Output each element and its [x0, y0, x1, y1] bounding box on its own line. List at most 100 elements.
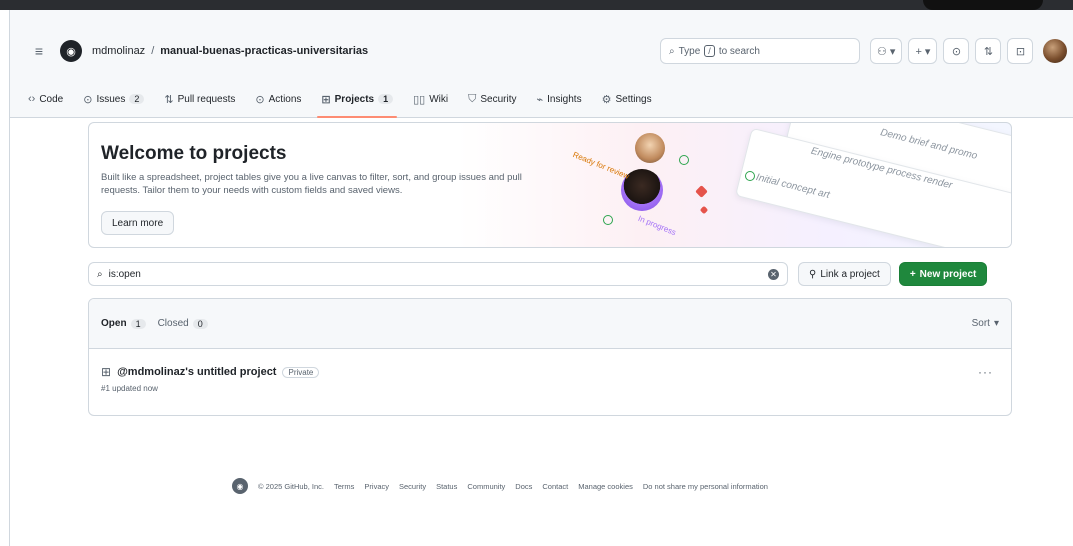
- pull-requests-icon[interactable]: ⇅: [975, 38, 1002, 64]
- sort-button[interactable]: Sort ▾: [972, 318, 999, 329]
- tab-projects[interactable]: ⊞ Projects 1: [313, 84, 401, 118]
- tab-label: Wiki: [429, 93, 449, 105]
- project-title-line: ⊞ @mdmolinaz's untitled project Private: [101, 365, 999, 379]
- tab-label: Issues: [96, 93, 126, 105]
- code-icon: ‹›: [28, 93, 36, 105]
- plus-icon: +: [909, 268, 916, 280]
- play-icon: ⊙: [255, 93, 265, 106]
- tab-label: Insights: [547, 93, 582, 105]
- chevron-down-icon: ▾: [993, 318, 999, 329]
- breadcrumb: mdmolinaz / manual-buenas-practicas-univ…: [92, 45, 368, 57]
- create-new-button[interactable]: + ▾: [908, 38, 938, 64]
- tab-insights[interactable]: ⌁ Insights: [529, 84, 590, 114]
- footer-link-contact[interactable]: Contact: [542, 482, 568, 491]
- search-prefix: Type: [678, 45, 701, 57]
- list-header: Open 1 Closed 0 Sort ▾: [89, 299, 1011, 349]
- tab-pull-requests[interactable]: ⇅ Pull requests: [156, 84, 243, 114]
- clear-icon[interactable]: ✕: [768, 268, 779, 280]
- header-tools: ⚇ ▾ + ▾ ⊙ ⇅ ⊡: [870, 38, 1068, 64]
- closed-label: Closed: [157, 318, 189, 329]
- decorative-status-icon: [745, 171, 755, 181]
- decorative-heart-icon: [695, 185, 708, 198]
- new-project-label: New project: [919, 268, 977, 280]
- tab-label: Settings: [615, 93, 652, 105]
- open-filter-tab[interactable]: Open 1: [101, 318, 146, 329]
- project-title-link[interactable]: @mdmolinaz's untitled project: [117, 366, 276, 378]
- closed-count: 0: [192, 318, 208, 329]
- tab-label: Actions: [268, 93, 302, 105]
- tab-security[interactable]: ⛉ Security: [460, 84, 524, 114]
- filter-row: ⌕ is:open ✕ ⚲ Link a project + New proje…: [88, 262, 1012, 286]
- learn-more-button[interactable]: Learn more: [101, 211, 175, 235]
- breadcrumb-separator: /: [151, 45, 155, 57]
- banner-description: Built like a spreadsheet, project tables…: [101, 172, 522, 196]
- window-left-edge: [0, 10, 10, 546]
- tab-code[interactable]: ‹› Code: [20, 84, 71, 114]
- decorative-status-icon: [679, 155, 689, 165]
- github-logo-icon[interactable]: ◉: [232, 478, 248, 494]
- browser-top-bar: [0, 0, 1073, 10]
- link-project-label: Link a project: [820, 268, 880, 280]
- inbox-icon[interactable]: ⊡: [1007, 38, 1034, 64]
- tab-count: 2: [129, 94, 145, 104]
- repo-nav: ‹› Code ⊙ Issues 2 ⇅ Pull requests ⊙ Act…: [20, 80, 1070, 118]
- project-meta: #1 updated now: [101, 384, 158, 393]
- menu-icon[interactable]: ≡: [26, 38, 52, 64]
- issue-icon: ⊙: [83, 93, 93, 106]
- copilot-button[interactable]: ⚇ ▾: [870, 38, 903, 64]
- decorative-tag: In progress: [636, 213, 678, 238]
- footer-link-terms[interactable]: Terms: [334, 482, 354, 491]
- footer: ◉ © 2025 GitHub, Inc. Terms Privacy Secu…: [232, 478, 768, 494]
- tab-label: Pull requests: [177, 93, 236, 105]
- footer-copyright: © 2025 GitHub, Inc.: [258, 481, 324, 491]
- closed-filter-tab[interactable]: Closed 0: [158, 318, 208, 329]
- tab-label: Projects: [334, 93, 375, 105]
- footer-link-community[interactable]: Community: [467, 482, 505, 491]
- footer-link-do-not-share[interactable]: Do not share my personal information: [643, 482, 768, 491]
- footer-link-privacy[interactable]: Privacy: [364, 482, 389, 491]
- search-shortcut-key: /: [704, 45, 715, 57]
- github-logo-icon[interactable]: ◉: [60, 40, 82, 62]
- filter-input[interactable]: ⌕ is:open ✕: [88, 262, 788, 286]
- welcome-banner: Welcome to projects Built like a spreads…: [88, 122, 1012, 248]
- gear-icon: ⚙: [601, 93, 612, 106]
- footer-link-manage-cookies[interactable]: Manage cookies: [578, 482, 633, 491]
- decorative-status-icon: [603, 215, 613, 225]
- list-item[interactable]: ⊞ @mdmolinaz's untitled project Private …: [89, 349, 1011, 415]
- footer-link-status[interactable]: Status: [436, 482, 457, 491]
- pull-request-icon: ⇅: [164, 93, 174, 106]
- global-bar: ≡ ◉ mdmolinaz / manual-buenas-practicas-…: [20, 38, 1070, 64]
- tab-wiki[interactable]: ▯▯ Wiki: [405, 84, 456, 114]
- shield-icon: ⛉: [468, 92, 477, 105]
- table-icon: ⊞: [321, 93, 331, 106]
- search-input[interactable]: ⌕ Type / to search: [660, 38, 860, 64]
- avatar[interactable]: [1043, 39, 1068, 63]
- link-icon: ⚲: [809, 268, 817, 280]
- kebab-menu-icon[interactable]: ···: [978, 365, 993, 379]
- search-suffix: to search: [718, 45, 760, 57]
- footer-link-docs[interactable]: Docs: [515, 482, 532, 491]
- tab-count: 1: [378, 94, 394, 104]
- sort-label: Sort: [971, 318, 990, 329]
- status-badge: Private: [282, 366, 320, 378]
- search-icon: ⌕: [669, 45, 675, 57]
- decorative-heart-icon: [699, 205, 709, 215]
- issues-icon[interactable]: ⊙: [943, 38, 970, 64]
- tab-actions[interactable]: ⊙ Actions: [247, 84, 309, 114]
- tab-label: Security: [480, 93, 517, 105]
- tab-issues[interactable]: ⊙ Issues 2: [75, 84, 152, 114]
- tab-label: Code: [39, 93, 64, 105]
- link-project-button[interactable]: ⚲ Link a project: [798, 262, 891, 286]
- graph-icon: ⌁: [536, 93, 544, 106]
- new-project-button[interactable]: + New project: [898, 262, 988, 286]
- footer-link-security[interactable]: Security: [399, 482, 426, 491]
- projects-main: Welcome to projects Built like a spreads…: [88, 122, 1012, 416]
- open-count: 1: [130, 318, 146, 329]
- decorative-avatar: [635, 133, 665, 163]
- table-icon: ⊞: [101, 365, 112, 379]
- book-icon: ▯▯: [413, 93, 426, 106]
- breadcrumb-owner[interactable]: mdmolinaz: [92, 45, 145, 57]
- breadcrumb-repo[interactable]: manual-buenas-practicas-universitarias: [160, 45, 368, 57]
- browser-notch: [923, 0, 1043, 10]
- tab-settings[interactable]: ⚙ Settings: [594, 84, 660, 114]
